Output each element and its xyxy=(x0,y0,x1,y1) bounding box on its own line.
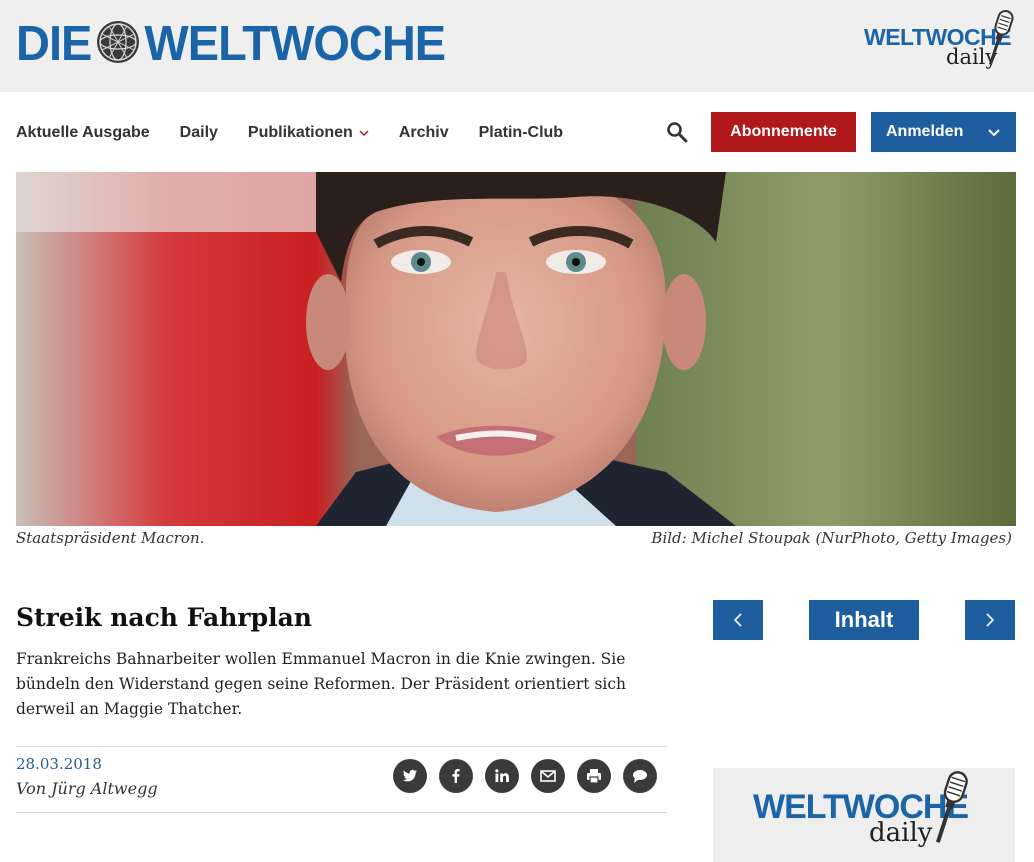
comment-icon[interactable] xyxy=(623,759,657,793)
print-icon[interactable] xyxy=(577,759,611,793)
article-title: Streik nach Fahrplan xyxy=(16,603,312,632)
divider xyxy=(16,746,667,747)
nav-publikationen[interactable]: Publikationen xyxy=(248,124,369,142)
image-caption: Staatspräsident Macron. xyxy=(16,529,205,547)
subscribe-button[interactable]: Abonnemente xyxy=(711,112,856,152)
hero-image xyxy=(16,172,1016,526)
login-button-label: Anmelden xyxy=(886,123,964,140)
nav-daily[interactable]: Daily xyxy=(180,124,218,142)
nav-platin-club[interactable]: Platin-Club xyxy=(479,124,563,142)
previous-article-button[interactable] xyxy=(713,600,763,640)
twitter-icon[interactable] xyxy=(393,759,427,793)
microphone-icon xyxy=(988,10,1014,66)
globe-icon xyxy=(97,21,140,63)
share-bar xyxy=(393,759,657,793)
next-article-button[interactable] xyxy=(965,600,1015,640)
main-nav: Aktuelle Ausgabe Daily Publikationen Arc… xyxy=(16,124,593,142)
image-credit: Bild: Michel Stoupak (NurPhoto, Getty Im… xyxy=(651,529,1012,547)
linkedin-icon[interactable] xyxy=(485,759,519,793)
weltwoche-daily-promo[interactable]: WELTWOCHE daily xyxy=(713,768,1015,862)
search-icon[interactable] xyxy=(666,121,688,143)
chevron-left-icon xyxy=(733,613,742,627)
article-date: 28.03.2018 xyxy=(16,755,102,773)
promo-logo-sub: daily xyxy=(869,818,933,848)
article-lead: Frankreichs Bahnarbeiter wollen Emmanuel… xyxy=(16,650,627,718)
divider xyxy=(16,812,667,813)
nav-archiv[interactable]: Archiv xyxy=(399,124,449,142)
logo-word-weltwoche: WELTWOCHE xyxy=(144,14,446,70)
contents-button[interactable]: Inhalt xyxy=(809,600,919,640)
article-author: Von Jürg Altwegg xyxy=(16,779,158,798)
microphone-icon xyxy=(935,771,968,843)
nav-aktuelle-ausgabe[interactable]: Aktuelle Ausgabe xyxy=(16,124,150,142)
email-icon[interactable] xyxy=(531,759,565,793)
chevron-down-icon xyxy=(988,129,1000,137)
weltwoche-logo[interactable]: DIE WELTWOCHE xyxy=(16,14,446,70)
chevron-right-icon xyxy=(986,613,995,627)
chevron-down-icon xyxy=(359,130,369,136)
facebook-icon[interactable] xyxy=(439,759,473,793)
login-button[interactable]: Anmelden xyxy=(871,112,1016,152)
logo-word-die: DIE xyxy=(16,14,92,70)
hero-photo xyxy=(16,172,1016,526)
header-band: DIE WELTWOCHE WELTWOCHE daily xyxy=(0,0,1034,92)
nav-publikationen-label: Publikationen xyxy=(247,124,353,141)
weltwoche-daily-logo[interactable]: WELTWOCHE daily xyxy=(864,8,1016,72)
